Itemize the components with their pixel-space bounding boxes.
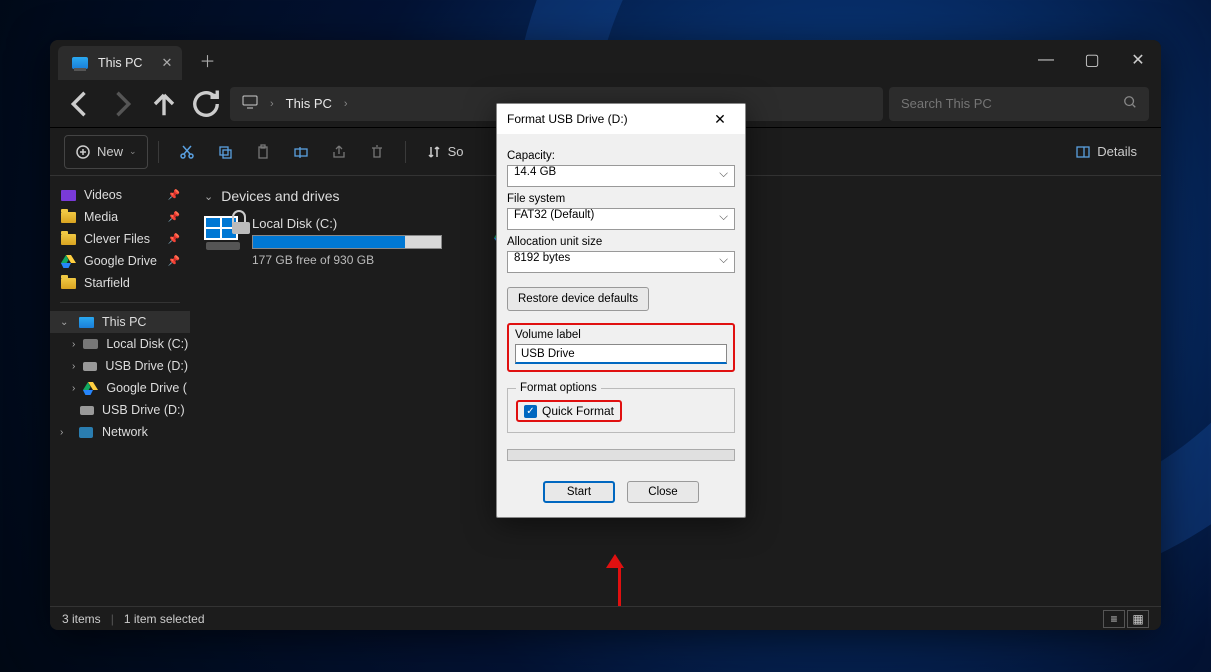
tree-item-google-drive-[interactable]: ›Google Drive ( [50,377,190,399]
close-tab-icon[interactable]: ✕ [162,55,173,71]
close-window-button[interactable]: ✕ [1115,40,1161,80]
back-button[interactable] [62,86,98,122]
up-button[interactable] [146,86,182,122]
chevron-right-icon: › [270,98,274,110]
pin-icon: 📌 [168,212,180,223]
monitor-icon [242,95,258,112]
pin-icon: 📌 [168,256,180,267]
dialog-title: Format USB Drive (D:) [507,112,628,126]
start-button[interactable]: Start [543,481,615,503]
sort-button[interactable]: So [416,135,474,169]
drive-name: Local Disk (C:) [252,216,442,231]
quick-format-label: Quick Format [542,404,614,418]
dialog-title-bar[interactable]: Format USB Drive (D:) ✕ [497,104,745,134]
share-button[interactable] [321,135,357,169]
navigation-pane: Videos📌Media📌Clever Files📌Google Drive📌S… [50,176,190,606]
expander-icon[interactable]: ⌄ [60,317,70,328]
restore-defaults-button[interactable]: Restore device defaults [507,287,649,311]
drive-local-disk-c-[interactable]: Local Disk (C:) 177 GB free of 930 GB [204,216,454,267]
maximize-button[interactable]: ▢ [1069,40,1115,80]
view-list-button[interactable]: ≡ [1103,610,1125,628]
thispc-icon [72,57,88,69]
tree-item-network[interactable]: ›Network [50,421,190,443]
volume-label-input[interactable] [515,344,727,364]
rename-button[interactable] [283,135,319,169]
paste-button[interactable] [245,135,281,169]
expander-icon[interactable]: › [72,383,75,394]
capacity-select[interactable]: 14.4 GB [507,165,735,187]
new-button[interactable]: New ⌄ [64,135,148,169]
minimize-button[interactable]: — [1023,40,1069,80]
expander-icon[interactable]: › [60,427,70,438]
expander-icon[interactable]: › [72,361,75,372]
status-item-count: 3 items [62,612,101,626]
volume-label-label: Volume label [515,329,727,341]
delete-button[interactable] [359,135,395,169]
refresh-button[interactable] [188,86,224,122]
tree-item-local-disk-c-[interactable]: ›Local Disk (C:) [50,333,190,355]
sidebar-item-media[interactable]: Media📌 [50,206,190,228]
sidebar-item-google-drive[interactable]: Google Drive📌 [50,250,190,272]
folder-icon [60,232,76,246]
breadcrumb-label[interactable]: This PC [286,96,332,111]
close-icon[interactable]: ✕ [705,111,735,128]
view-grid-button[interactable]: ▦ [1127,610,1149,628]
net-icon [78,425,94,439]
disk-icon [83,337,98,351]
annotation-arrow [614,554,624,606]
usb-icon [80,403,94,417]
folder-icon [60,210,76,224]
chevron-right-icon: › [344,98,348,110]
allocation-select[interactable]: 8192 bytes [507,251,735,273]
pin-icon: 📌 [168,234,180,245]
close-button[interactable]: Close [627,481,699,503]
tab-this-pc[interactable]: This PC ✕ [58,46,182,80]
search-icon [1123,95,1137,112]
search-box[interactable] [889,87,1149,121]
new-tab-button[interactable]: ＋ [192,48,222,72]
gdrive-icon [83,381,98,395]
folder-icon [60,276,76,290]
usb-icon [83,359,97,373]
allocation-label: Allocation unit size [507,236,735,248]
cut-button[interactable] [169,135,205,169]
drive-usage-bar [252,235,442,249]
quick-format-checkbox[interactable]: ✓ [524,405,537,418]
sidebar-item-clever-files[interactable]: Clever Files📌 [50,228,190,250]
tab-title: This PC [98,56,142,70]
expander-icon[interactable]: › [72,339,75,350]
volume-label-highlight: Volume label [507,323,735,372]
status-bar: 3 items | 1 item selected ≡ ▦ [50,606,1161,630]
tree-item-usb-drive-d-[interactable]: ›USB Drive (D:) [50,355,190,377]
progress-bar [507,449,735,461]
filesystem-label: File system [507,193,735,205]
gdrive-icon [60,254,76,268]
format-dialog: Format USB Drive (D:) ✕ Capacity: 14.4 G… [496,103,746,518]
thispc-icon [78,315,94,329]
sidebar-item-videos[interactable]: Videos📌 [50,184,190,206]
status-selected: 1 item selected [124,612,205,626]
tree-item-this-pc[interactable]: ⌄This PC [50,311,190,333]
details-button[interactable]: Details [1065,135,1147,169]
quick-format-highlight: ✓ Quick Format [516,400,622,422]
forward-button[interactable] [104,86,140,122]
vid-icon [60,188,76,202]
capacity-label: Capacity: [507,150,735,162]
filesystem-select[interactable]: FAT32 (Default) [507,208,735,230]
drive-icon [204,216,242,250]
search-input[interactable] [901,96,1123,111]
tree-item-usb-drive-d-[interactable]: USB Drive (D:) [50,399,190,421]
pin-icon: 📌 [168,190,180,201]
title-bar: This PC ✕ ＋ — ▢ ✕ [50,40,1161,80]
drive-free-space: 177 GB free of 930 GB [252,253,442,267]
chevron-down-icon: ⌄ [204,190,213,203]
sidebar-item-starfield[interactable]: Starfield [50,272,190,294]
copy-button[interactable] [207,135,243,169]
format-options-group: Format options ✓ Quick Format [507,382,735,433]
